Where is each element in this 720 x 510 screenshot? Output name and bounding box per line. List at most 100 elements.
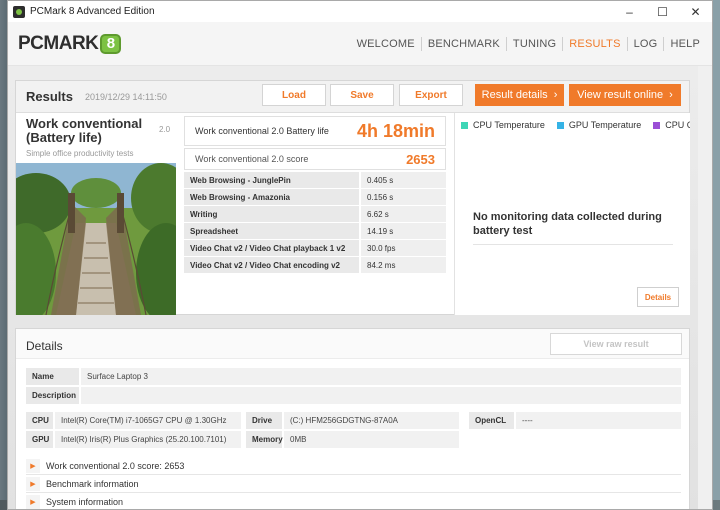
table-row: Web Browsing - JunglePin 0.405 s (184, 172, 446, 189)
drive-label: Drive (246, 412, 282, 429)
legend-item-gpu-temperature[interactable]: GPU Temperature (556, 120, 642, 130)
expand-arrow-icon: ▶ (26, 495, 40, 509)
legend-swatch (653, 121, 661, 129)
maximize-button[interactable]: ☐ (646, 1, 679, 22)
cpu-value: Intel(R) Core(TM) i7-1065G7 CPU @ 1.30GH… (55, 412, 241, 429)
expandable-label: Benchmark information (46, 479, 139, 489)
battery-life-value: 4h 18min (356, 120, 435, 141)
results-title: Results (26, 89, 73, 104)
score-row: Work conventional 2.0 score 2653 (184, 148, 446, 170)
score-column: Work conventional 2.0 Battery life 4h 18… (184, 113, 446, 315)
chevron-right-icon: › (553, 89, 558, 101)
rope-bridge-image (16, 163, 176, 315)
battery-life-label: Work conventional 2.0 Battery life (195, 126, 329, 136)
monitoring-column: CPU Temperature GPU Temperature CPU Cloc… (454, 113, 690, 315)
details-title: Details (26, 339, 63, 353)
expandable-label: Work conventional 2.0 score: 2653 (46, 461, 185, 471)
chevron-right-icon: › (669, 89, 673, 101)
opencl-row: OpenCL ---- (469, 412, 681, 429)
gpu-label: GPU (26, 431, 53, 448)
expand-arrow-icon: ▶ (26, 459, 40, 473)
title-bar: PCMark 8 Advanced Edition – ☐ ✕ (8, 1, 712, 22)
subtest-name: Video Chat v2 / Video Chat encoding v2 (184, 257, 359, 273)
window-controls: – ☐ ✕ (613, 1, 712, 22)
description-value (81, 387, 681, 404)
nav-welcome[interactable]: WELCOME (351, 38, 421, 50)
window-title: PCMark 8 Advanced Edition (30, 6, 155, 17)
minimize-button[interactable]: – (613, 1, 646, 22)
result-details-button[interactable]: Result details › (475, 84, 564, 106)
score-label: Work conventional 2.0 score (195, 154, 309, 164)
name-value: Surface Laptop 3 (81, 368, 681, 385)
cpu-label: CPU (26, 412, 53, 429)
table-row: Video Chat v2 / Video Chat playback 1 v2… (184, 240, 446, 257)
expandable-label: System information (46, 497, 124, 507)
subtest-table: Web Browsing - JunglePin 0.405 s Web Bro… (184, 172, 446, 274)
table-row: Web Browsing - Amazonia 0.156 s (184, 189, 446, 206)
subtest-name: Video Chat v2 / Video Chat playback 1 v2 (184, 240, 359, 256)
details-panel: Details View raw result Name Surface Lap… (15, 328, 690, 509)
expand-arrow-icon: ▶ (26, 477, 40, 491)
description-row: Description (26, 387, 681, 404)
legend-swatch (461, 121, 468, 129)
subtest-value: 0.156 s (361, 189, 446, 205)
subtest-name: Spreadsheet (184, 223, 359, 239)
nav-tuning[interactable]: TUNING (507, 38, 562, 50)
subtest-value: 0.405 s (361, 172, 446, 188)
test-illustration-rope-bridge (16, 163, 176, 315)
save-button[interactable]: Save (330, 84, 394, 106)
monitoring-details-button[interactable]: Details (637, 287, 679, 307)
legend-label: GPU Temperature (568, 120, 642, 130)
nav-benchmark[interactable]: BENCHMARK (422, 38, 506, 50)
legend-item-cpu-temperature[interactable]: CPU Temperature (461, 120, 545, 130)
load-button[interactable]: Load (262, 84, 326, 106)
subtest-value: 30.0 fps (361, 240, 446, 256)
monitoring-legend: CPU Temperature GPU Temperature CPU Cloc… (461, 120, 690, 130)
nav-help[interactable]: HELP (664, 38, 706, 50)
subtest-name: Web Browsing - Amazonia (184, 189, 359, 205)
logo-badge: 8 (100, 33, 122, 54)
vertical-scrollbar[interactable] (698, 66, 712, 509)
legend-swatch (556, 121, 564, 129)
expandable-score[interactable]: ▶ Work conventional 2.0 score: 2653 (26, 458, 681, 475)
subtest-name: Web Browsing - JunglePin (184, 172, 359, 188)
close-button[interactable]: ✕ (679, 1, 712, 22)
nav-results[interactable]: RESULTS (563, 38, 626, 50)
cpu-row: CPU Intel(R) Core(TM) i7-1065G7 CPU @ 1.… (26, 412, 241, 429)
logo-text: PCMARK (18, 32, 99, 54)
main-nav: WELCOME BENCHMARK TUNING RESULTS LOG HEL… (351, 36, 706, 51)
subtest-name: Writing (184, 206, 359, 222)
opencl-value: ---- (516, 412, 681, 429)
pcmark-logo: PCMARK 8 (18, 32, 122, 55)
results-date: 2019/12/29 14:11:50 (84, 91, 167, 102)
score-value: 2653 (406, 151, 435, 167)
result-details-label: Result details (481, 89, 548, 101)
test-info-column: Work conventional (Battery life) 2.0 Sim… (16, 113, 176, 315)
export-button[interactable]: Export (399, 84, 463, 106)
expandable-benchmark-information[interactable]: ▶ Benchmark information (26, 476, 681, 493)
no-monitoring-data-message: No monitoring data collected during batt… (473, 210, 673, 245)
nav-log[interactable]: LOG (628, 38, 664, 50)
expandable-system-information[interactable]: ▶ System information (26, 494, 681, 509)
content-area: Results 2019/12/29 14:11:50 Load Save Ex… (8, 66, 712, 509)
name-label: Name (26, 368, 79, 385)
table-row: Spreadsheet 14.19 s (184, 223, 446, 240)
drive-value: (C:) HFM256GDGTNG-87A0A (284, 412, 459, 429)
test-name: Work conventional (Battery life) (26, 116, 143, 145)
name-row: Name Surface Laptop 3 (26, 368, 681, 385)
legend-item-cpu-clock[interactable]: CPU Clock (653, 120, 690, 130)
subtest-value: 84.2 ms (361, 257, 446, 273)
legend-label: CPU Clock (665, 120, 690, 130)
app-header: PCMARK 8 WELCOME BENCHMARK TUNING RESULT… (8, 22, 712, 66)
battery-life-row: Work conventional 2.0 Battery life 4h 18… (184, 116, 446, 146)
subtest-value: 6.62 s (361, 206, 446, 222)
drive-row: Drive (C:) HFM256GDGTNG-87A0A (246, 412, 459, 429)
results-panel: Results 2019/12/29 14:11:50 Load Save Ex… (15, 80, 690, 315)
app-window: PCMark 8 Advanced Edition – ☐ ✕ PCMARK 8… (7, 0, 713, 510)
description-label: Description (26, 387, 79, 404)
table-row: Writing 6.62 s (184, 206, 446, 223)
pcmark-app-icon (13, 5, 25, 18)
view-online-button[interactable]: View result online › (569, 84, 681, 106)
view-raw-result-button[interactable]: View raw result (550, 333, 682, 355)
memory-value: 0MB (284, 431, 459, 448)
